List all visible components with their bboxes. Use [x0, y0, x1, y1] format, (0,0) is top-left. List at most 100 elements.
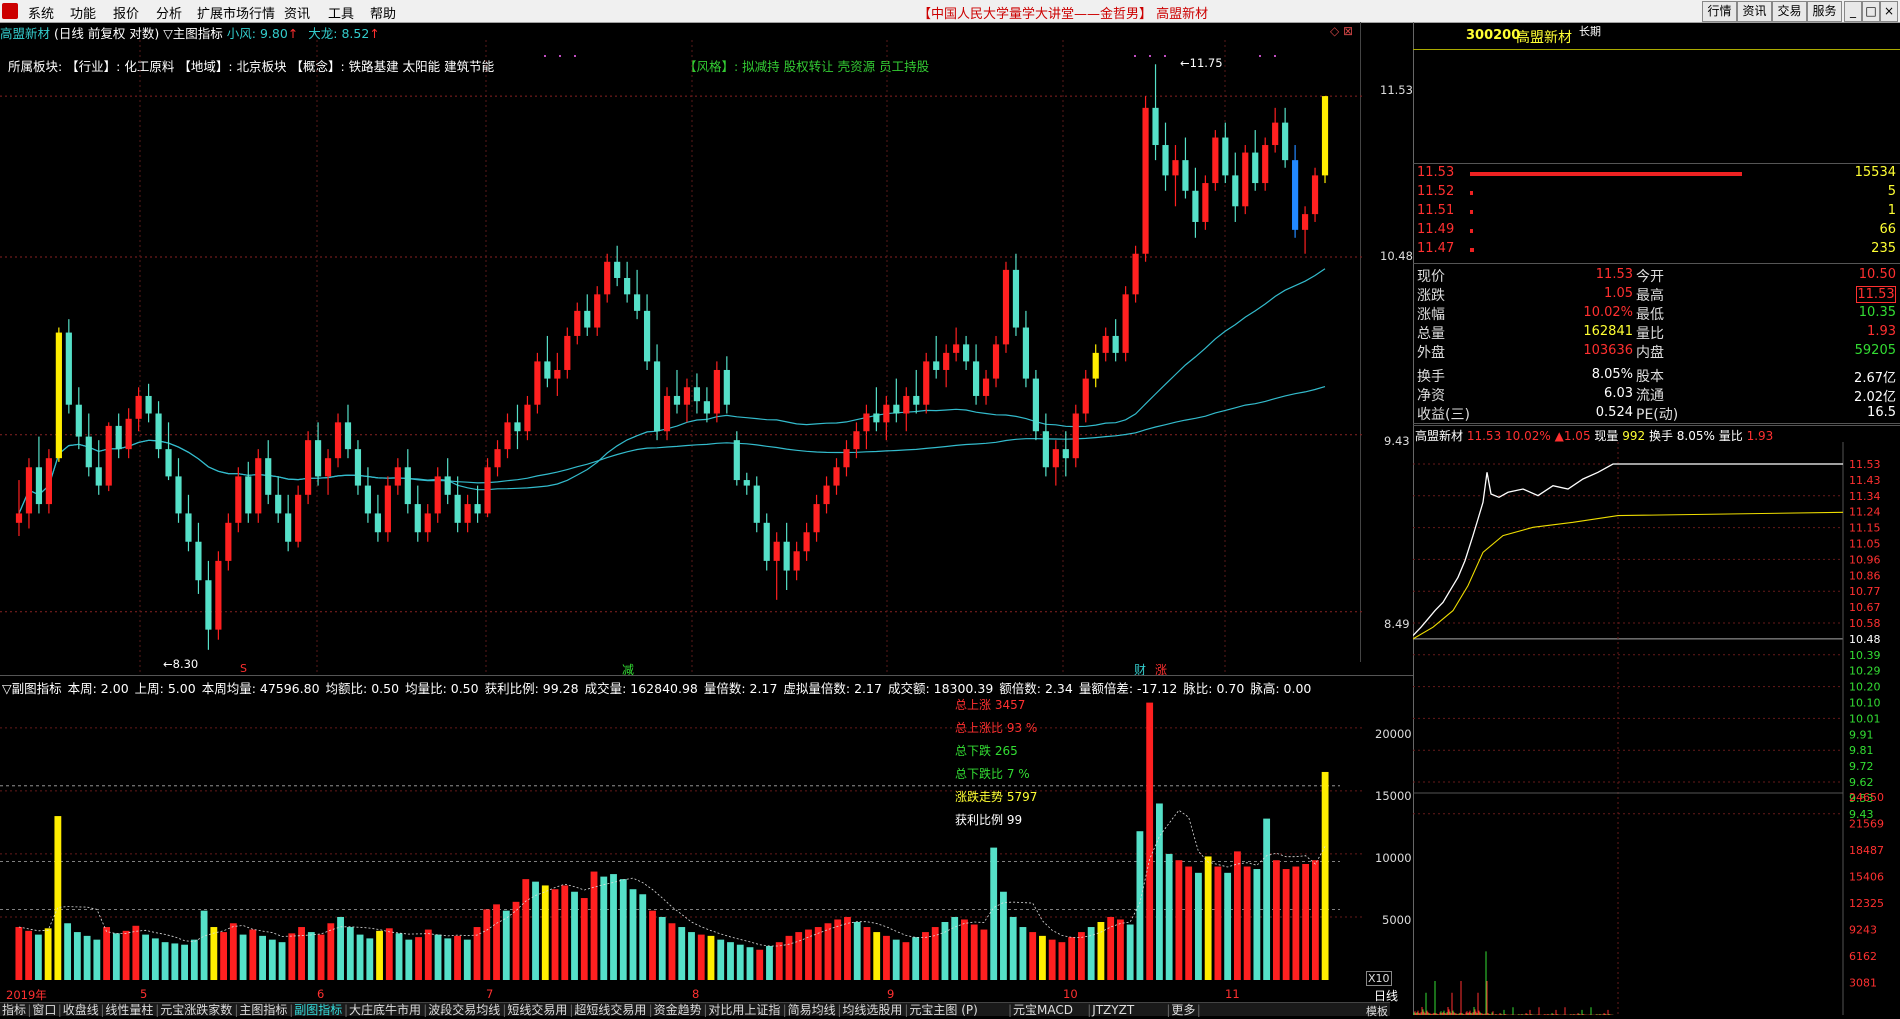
volume-bar[interactable]	[385, 928, 393, 980]
candle[interactable]	[733, 431, 740, 486]
volume-bar[interactable]	[112, 933, 120, 980]
bid-price[interactable]: 11.49	[1417, 222, 1454, 237]
news-button[interactable]: 资讯	[1737, 1, 1772, 22]
volume-bar[interactable]	[1039, 935, 1046, 980]
template-button[interactable]: 模板	[1366, 1003, 1388, 1019]
candle[interactable]	[933, 335, 940, 379]
candle[interactable]	[125, 408, 132, 459]
candle[interactable]	[1252, 130, 1259, 191]
scale-x10[interactable]: X10	[1366, 971, 1392, 986]
volume-bar[interactable]	[1233, 851, 1241, 980]
candle[interactable]	[863, 404, 870, 450]
volume-bar[interactable]	[834, 919, 842, 980]
candle[interactable]	[135, 387, 142, 432]
candle[interactable]	[763, 513, 770, 571]
candle[interactable]	[1202, 175, 1209, 230]
candle[interactable]	[773, 532, 780, 600]
candle[interactable]	[354, 440, 362, 495]
candle[interactable]	[45, 449, 52, 514]
candle[interactable]	[464, 494, 471, 533]
bid-price[interactable]: 11.53	[1417, 165, 1454, 180]
menu-system[interactable]: 系统	[28, 3, 54, 22]
volume-bar[interactable]	[1146, 702, 1154, 980]
volume-bar[interactable]	[746, 947, 754, 980]
volume-bar[interactable]	[1243, 866, 1251, 980]
candle[interactable]	[972, 344, 980, 405]
volume-bar[interactable]	[34, 934, 42, 980]
volume-bar[interactable]	[766, 945, 773, 980]
volume-bar[interactable]	[1253, 869, 1261, 980]
candle[interactable]	[285, 494, 292, 552]
volume-bar[interactable]	[873, 932, 881, 980]
candle[interactable]	[1262, 137, 1269, 191]
volume-bar[interactable]	[190, 939, 198, 980]
candle[interactable]	[225, 513, 232, 571]
volume-bar[interactable]	[502, 910, 510, 980]
volume-bar[interactable]	[883, 935, 890, 980]
volume-bar[interactable]	[892, 939, 900, 980]
volume-bar[interactable]	[610, 874, 617, 980]
volume-bar[interactable]	[1165, 853, 1173, 980]
candle[interactable]	[75, 387, 82, 450]
intraday-chart[interactable]: 11.53 11.43 11.34 11.24 11.15 11.05 10.96 10.86…	[1413, 442, 1900, 1015]
volume-bar[interactable]	[210, 927, 218, 980]
volume-bar[interactable]	[990, 847, 998, 980]
candle[interactable]	[992, 335, 1000, 388]
candle[interactable]	[1212, 130, 1219, 191]
volume-bar[interactable]	[619, 879, 627, 980]
candle[interactable]	[584, 294, 591, 336]
volume-bar[interactable]	[824, 923, 832, 980]
bid-price[interactable]: 11.52	[1417, 184, 1454, 199]
volume-bar[interactable]	[980, 929, 988, 980]
volume-bar[interactable]	[288, 933, 296, 980]
volume-bar[interactable]	[902, 942, 910, 980]
volume-bar[interactable]	[93, 939, 101, 980]
volume-bar[interactable]	[463, 939, 471, 980]
volume-bar[interactable]	[171, 943, 179, 980]
candle[interactable]	[713, 361, 720, 423]
volume-bar[interactable]	[1311, 860, 1319, 980]
volume-bar[interactable]	[298, 927, 305, 980]
candle[interactable]	[404, 449, 411, 514]
candle[interactable]	[673, 369, 681, 414]
volume-bar[interactable]	[1126, 924, 1134, 980]
volume-bar[interactable]	[346, 927, 354, 980]
candle[interactable]	[235, 467, 242, 533]
volume-bar[interactable]	[327, 923, 335, 980]
volume-bar[interactable]	[1321, 771, 1329, 980]
candle[interactable]	[1102, 327, 1109, 362]
volume-bar[interactable]	[44, 928, 52, 980]
volume-bar[interactable]	[1019, 927, 1027, 980]
volume-bar[interactable]	[1292, 866, 1300, 980]
volume-bar[interactable]	[844, 916, 851, 980]
volume-bar[interactable]	[454, 935, 461, 980]
volume-bar[interactable]	[1029, 932, 1037, 980]
volume-bar[interactable]	[1078, 932, 1085, 980]
volume-bar[interactable]	[1272, 860, 1280, 980]
candle[interactable]	[544, 335, 551, 388]
volume-bar[interactable]	[727, 942, 734, 980]
volume-bar[interactable]	[1204, 856, 1212, 980]
candle[interactable]	[95, 440, 102, 495]
candle[interactable]	[1012, 253, 1020, 336]
volume-bar[interactable]	[551, 889, 559, 980]
candle[interactable]	[1072, 404, 1079, 468]
volume-bar[interactable]	[493, 904, 500, 980]
volume-bar[interactable]	[775, 942, 783, 980]
volume-bar[interactable]	[181, 944, 189, 980]
volume-bar[interactable]	[259, 935, 266, 980]
restore-button[interactable]: □	[1862, 1, 1880, 22]
volume-bar[interactable]	[1058, 942, 1066, 980]
chart-option-icons[interactable]: ◇ ⊠	[1330, 24, 1353, 38]
volume-bar[interactable]	[785, 935, 793, 980]
volume-bar[interactable]	[444, 938, 452, 980]
volume-bar[interactable]	[103, 927, 111, 980]
volume-bar[interactable]	[1136, 831, 1144, 980]
candle[interactable]	[1112, 319, 1119, 362]
volume-bar[interactable]	[1282, 869, 1290, 980]
volume-bar[interactable]	[688, 932, 695, 980]
candle[interactable]	[474, 485, 481, 523]
candle[interactable]	[743, 472, 750, 495]
candle[interactable]	[953, 327, 960, 362]
candle[interactable]	[813, 494, 820, 542]
